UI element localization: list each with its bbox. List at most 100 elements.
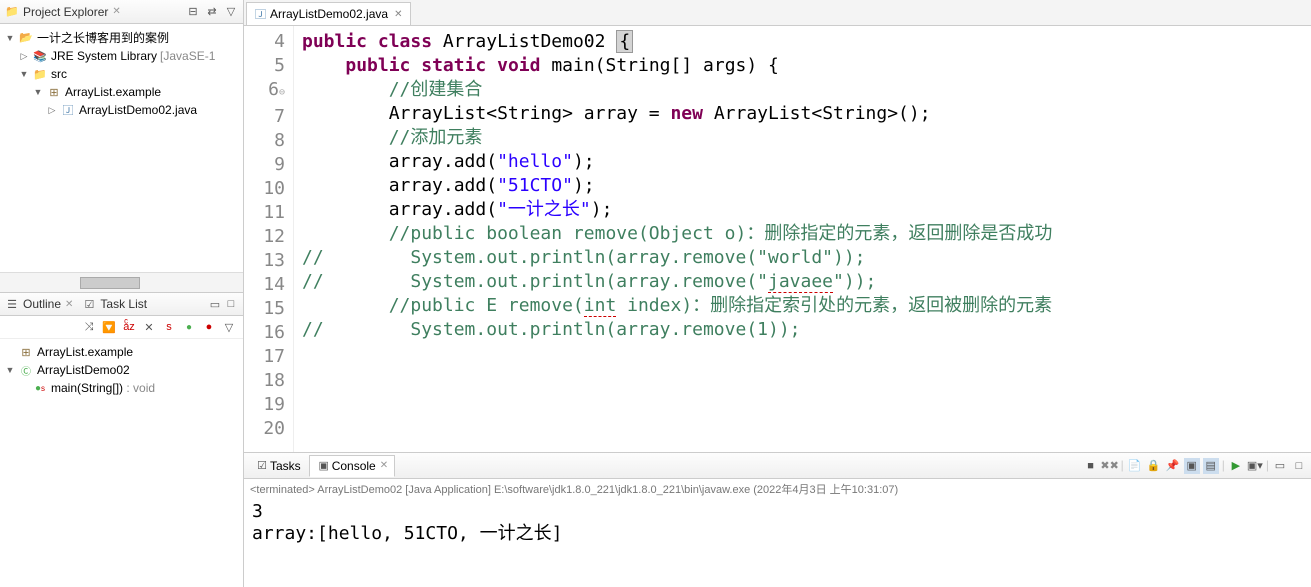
open-console-icon[interactable]: ▶ bbox=[1228, 458, 1244, 474]
expand-toggle-icon[interactable]: ▼ bbox=[4, 365, 16, 375]
tasks-tab[interactable]: ☑ Tasks bbox=[248, 456, 307, 476]
maximize-icon[interactable]: □ bbox=[223, 296, 239, 312]
method-icon: ●s bbox=[32, 380, 48, 396]
tasks-tab-label: Tasks bbox=[270, 459, 301, 473]
outline-icon: ☰ bbox=[4, 296, 20, 312]
line-number: 11 bbox=[244, 201, 285, 225]
editor-tab-label: ArrayListDemo02.java bbox=[270, 7, 388, 21]
close-tab-icon[interactable]: ✕ bbox=[394, 9, 402, 20]
link-editor-icon[interactable]: ⇄ bbox=[204, 4, 220, 20]
project-root-label: 一计之长博客用到的案例 bbox=[37, 29, 169, 46]
close-icon[interactable]: ✕ bbox=[380, 460, 388, 471]
view-close-icon[interactable]: ✕ bbox=[112, 6, 120, 17]
line-number: 17 bbox=[244, 345, 285, 369]
display-console-icon[interactable]: ▤ bbox=[1203, 458, 1219, 474]
clear-console-icon[interactable]: 📄 bbox=[1127, 458, 1143, 474]
project-root[interactable]: ▼ 📂 一计之长博客用到的案例 bbox=[4, 28, 239, 47]
minimize-icon[interactable]: ▭ bbox=[1272, 458, 1288, 474]
outline-class-label: ArrayListDemo02 bbox=[37, 363, 130, 377]
outline-tree[interactable]: ⊞ ArrayList.example ▼ Ⓒ ArrayListDemo02 … bbox=[0, 339, 243, 587]
console-tab-label: Console bbox=[332, 459, 376, 473]
scroll-lock-icon[interactable]: 🔒 bbox=[1146, 458, 1162, 474]
package-node[interactable]: ▼ ⊞ ArrayList.example bbox=[4, 83, 239, 101]
minimize-icon[interactable]: ▭ bbox=[207, 296, 223, 312]
line-number: 5 bbox=[244, 54, 285, 78]
library-icon: 📚 bbox=[32, 48, 48, 64]
view-menu-icon[interactable]: ▽ bbox=[223, 4, 239, 20]
scroll-thumb[interactable] bbox=[80, 277, 140, 289]
filter-icon[interactable]: 🔽 bbox=[101, 319, 117, 335]
left-panel: 📁 Project Explorer ✕ ⊟ ⇄ ▽ ▼ 📂 一计之长博客用到的… bbox=[0, 0, 244, 587]
line-number: 16 bbox=[244, 321, 285, 345]
java-file-icon: 🄹 bbox=[60, 102, 76, 118]
code-line: //public boolean remove(Object o)：删除指定的元… bbox=[302, 222, 1303, 246]
java-file[interactable]: ▷ 🄹 ArrayListDemo02.java bbox=[4, 101, 239, 119]
code-line: // System.out.println(array.remove("java… bbox=[302, 270, 1303, 294]
hide-public-icon[interactable]: ● bbox=[181, 319, 197, 335]
line-number: 14 bbox=[244, 273, 285, 297]
package-icon: ⊞ bbox=[18, 344, 34, 360]
code-line: ArrayList<String> array = new ArrayList<… bbox=[302, 102, 1303, 126]
project-explorer-title: Project Explorer bbox=[23, 5, 108, 19]
outline-title: Outline bbox=[23, 297, 61, 311]
code-content[interactable]: public class ArrayListDemo02 { public st… bbox=[294, 26, 1311, 452]
console-tab-bar: ☑ Tasks ▣ Console ✕ ■ ✖✖ | 📄 🔒 📌 ▣ ▤ bbox=[244, 453, 1311, 479]
task-list-tab[interactable]: ☑ Task List bbox=[81, 296, 147, 312]
line-number: 12 bbox=[244, 225, 285, 249]
console-toolbar: ■ ✖✖ | 📄 🔒 📌 ▣ ▤ | ▶ ▣▾ | ▭ □ bbox=[1083, 458, 1307, 474]
hide-static-icon[interactable]: s bbox=[161, 319, 177, 335]
code-line: //public E remove(int index)：删除指定索引处的元素，… bbox=[302, 294, 1303, 318]
code-line: // System.out.println(array.remove("worl… bbox=[302, 246, 1303, 270]
editor-tab-bar: 🄹 ArrayListDemo02.java ✕ bbox=[244, 0, 1311, 26]
expand-toggle-icon[interactable]: ▼ bbox=[32, 87, 44, 97]
line-number: 10 bbox=[244, 177, 285, 201]
terminate-icon[interactable]: ■ bbox=[1083, 458, 1099, 474]
src-folder[interactable]: ▼ 📁 src bbox=[4, 65, 239, 83]
line-gutter: 4 5 6⊖ 7 8 9 10 11 12 13 14 15 16 17 18 … bbox=[244, 26, 294, 452]
editor-tab-active[interactable]: 🄹 ArrayListDemo02.java ✕ bbox=[246, 2, 411, 25]
console-line: 3 bbox=[252, 501, 1303, 523]
line-number: 8 bbox=[244, 129, 285, 153]
package-icon: ⊞ bbox=[46, 84, 62, 100]
jre-library[interactable]: ▷ 📚 JRE System Library [JavaSE-1 bbox=[4, 47, 239, 65]
code-line: public static void main(String[] args) { bbox=[302, 54, 1303, 78]
remove-terminated-icon[interactable]: ✖✖ bbox=[1102, 458, 1118, 474]
project-icon: 📂 bbox=[18, 30, 34, 46]
code-line: //创建集合 bbox=[302, 78, 1303, 102]
expand-toggle-icon[interactable]: ▷ bbox=[46, 105, 58, 116]
collapse-all-icon[interactable]: ⊟ bbox=[185, 4, 201, 20]
code-editor[interactable]: 4 5 6⊖ 7 8 9 10 11 12 13 14 15 16 17 18 … bbox=[244, 26, 1311, 452]
code-line: array.add("51CTO"); bbox=[302, 174, 1303, 198]
outline-class[interactable]: ▼ Ⓒ ArrayListDemo02 bbox=[4, 361, 239, 379]
view-menu-icon[interactable]: ▽ bbox=[221, 319, 237, 335]
sort-icon[interactable]: ⤨ bbox=[81, 319, 97, 335]
outline-method[interactable]: ●s main(String[]) : void bbox=[4, 379, 239, 397]
jre-label: JRE System Library bbox=[51, 49, 157, 63]
hide-fields-icon[interactable]: ✕ bbox=[141, 319, 157, 335]
package-label: ArrayList.example bbox=[65, 85, 161, 99]
outline-toolbar: ⤨ 🔽 aͨz ✕ s ● ● ▽ bbox=[0, 316, 243, 339]
pin-console-icon[interactable]: 📌 bbox=[1165, 458, 1181, 474]
code-line: array.add("hello"); bbox=[302, 150, 1303, 174]
console-select-icon[interactable]: ▣▾ bbox=[1247, 458, 1263, 474]
expand-toggle-icon[interactable]: ▼ bbox=[18, 69, 30, 79]
line-number: 15 bbox=[244, 297, 285, 321]
ide-window: 📁 Project Explorer ✕ ⊟ ⇄ ▽ ▼ 📂 一计之长博客用到的… bbox=[0, 0, 1311, 587]
show-console-icon[interactable]: ▣ bbox=[1184, 458, 1200, 474]
maximize-icon[interactable]: □ bbox=[1291, 458, 1307, 474]
expand-toggle-icon[interactable]: ▷ bbox=[18, 51, 30, 62]
line-number: 6⊖ bbox=[244, 78, 285, 105]
sort-az-icon[interactable]: aͨz bbox=[121, 319, 137, 335]
horizontal-scrollbar[interactable] bbox=[0, 272, 243, 292]
outline-method-label: main(String[]) : void bbox=[51, 381, 155, 395]
hide-local-icon[interactable]: ● bbox=[201, 319, 217, 335]
view-close-icon[interactable]: ✕ bbox=[65, 299, 73, 310]
project-tree[interactable]: ▼ 📂 一计之长博客用到的案例 ▷ 📚 JRE System Library [… bbox=[0, 24, 243, 272]
task-list-label: Task List bbox=[100, 297, 147, 311]
line-number: 4 bbox=[244, 30, 285, 54]
console-output[interactable]: 3 array:[hello, 51CTO, 一计之长] bbox=[244, 499, 1311, 547]
console-tab[interactable]: ▣ Console ✕ bbox=[309, 455, 395, 477]
expand-toggle-icon[interactable]: ▼ bbox=[4, 33, 16, 43]
jre-version: [JavaSE-1 bbox=[160, 49, 215, 63]
outline-package[interactable]: ⊞ ArrayList.example bbox=[4, 343, 239, 361]
